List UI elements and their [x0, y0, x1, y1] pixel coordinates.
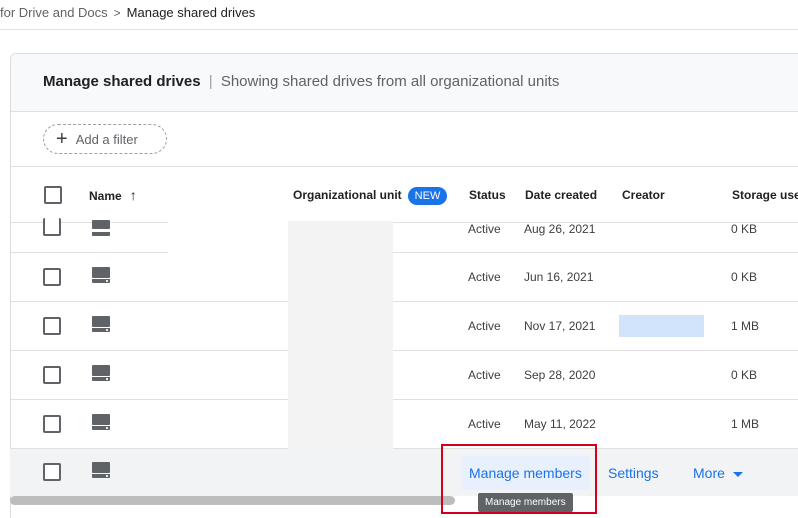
table-row[interactable]: Active Sep 28, 2020 0 KB — [10, 351, 798, 400]
row-checkbox[interactable] — [43, 268, 61, 286]
tooltip: Manage members — [478, 493, 573, 512]
status-cell: Active — [468, 270, 501, 284]
filter-bar: + Add a filter — [11, 112, 798, 167]
table-row[interactable]: Active Nov 17, 2021 1 MB — [10, 302, 798, 351]
page-title: Manage shared drives — [43, 73, 201, 90]
breadcrumb-separator: > — [113, 6, 121, 20]
org-unit-cell — [288, 302, 393, 351]
column-header-date-created[interactable]: Date created — [525, 167, 597, 223]
table-row[interactable]: Active Aug 26, 2021 0 KB — [10, 218, 798, 253]
breadcrumb: for Drive and Docs > Manage shared drives — [0, 0, 798, 30]
storage-cell: 0 KB — [731, 368, 758, 382]
manage-members-button[interactable]: Manage members — [461, 456, 590, 490]
date-created-cell: Sep 28, 2020 — [524, 368, 596, 382]
more-label: More — [693, 465, 725, 481]
storage-cell: 0 KB — [731, 270, 758, 284]
horizontal-scrollbar[interactable] — [10, 496, 455, 505]
table-row[interactable]: Active Jun 16, 2021 0 KB — [10, 253, 798, 302]
date-created-cell: Jun 16, 2021 — [524, 270, 594, 284]
status-cell: Active — [468, 368, 501, 382]
caret-down-icon — [732, 471, 743, 477]
sort-ascending-icon[interactable]: ↑ — [130, 187, 137, 203]
status-cell: Active — [468, 417, 501, 431]
table-row[interactable]: Active May 11, 2022 1 MB — [10, 400, 798, 449]
column-header-storage[interactable]: Storage used — [732, 167, 798, 223]
row-checkbox[interactable] — [43, 366, 61, 384]
row-checkbox[interactable] — [43, 317, 61, 335]
table-row-hovered[interactable]: Manage members Settings More — [10, 449, 798, 496]
org-unit-cell — [288, 351, 393, 400]
date-created-cell: May 11, 2022 — [524, 417, 596, 431]
shared-drive-icon — [92, 462, 110, 478]
row-checkbox[interactable] — [43, 415, 61, 433]
shared-drive-icon — [92, 365, 110, 381]
breadcrumb-previous[interactable]: for Drive and Docs — [0, 5, 108, 20]
plus-icon: + — [56, 128, 68, 150]
column-org-unit-label: Organizational unit — [293, 188, 402, 202]
new-badge: NEW — [407, 186, 448, 205]
storage-cell: 1 MB — [731, 319, 760, 333]
select-all-checkbox[interactable] — [44, 186, 62, 204]
column-header-creator[interactable]: Creator — [622, 167, 665, 223]
card-header: Manage shared drives | Showing shared dr… — [11, 54, 798, 112]
add-filter-button[interactable]: + Add a filter — [43, 124, 167, 154]
shared-drive-icon — [92, 414, 110, 430]
date-created-cell: Aug 26, 2021 — [524, 222, 596, 236]
name-cell — [168, 221, 288, 253]
row-checkbox[interactable] — [43, 218, 61, 236]
page-subtitle: Showing shared drives from all organizat… — [220, 73, 560, 90]
shared-drive-icon — [92, 316, 110, 332]
table-header: Name ↑ Organizational unit NEW Status Date… — [11, 167, 798, 223]
org-unit-cell — [288, 400, 393, 449]
shared-drive-icon — [92, 267, 110, 283]
storage-cell: 0 KB — [731, 222, 758, 236]
org-unit-cell — [288, 253, 393, 302]
creator-cell — [619, 315, 704, 337]
column-header-org-unit[interactable]: Organizational unit NEW — [293, 167, 448, 223]
date-created-cell: Nov 17, 2021 — [524, 319, 596, 333]
settings-button[interactable]: Settings — [608, 449, 659, 498]
more-menu-button[interactable]: More — [693, 449, 743, 498]
column-header-name[interactable]: Name ↑ — [89, 167, 137, 224]
breadcrumb-current: Manage shared drives — [126, 5, 256, 20]
status-cell: Active — [468, 222, 501, 236]
shared-drive-icon — [92, 220, 110, 236]
org-unit-cell — [288, 221, 393, 253]
row-checkbox[interactable] — [43, 463, 61, 481]
storage-cell: 1 MB — [731, 417, 760, 431]
column-header-status[interactable]: Status — [469, 167, 506, 223]
column-name-label: Name — [89, 189, 122, 203]
status-cell: Active — [468, 319, 501, 333]
title-divider: | — [208, 73, 213, 90]
add-filter-label: Add a filter — [75, 131, 138, 147]
